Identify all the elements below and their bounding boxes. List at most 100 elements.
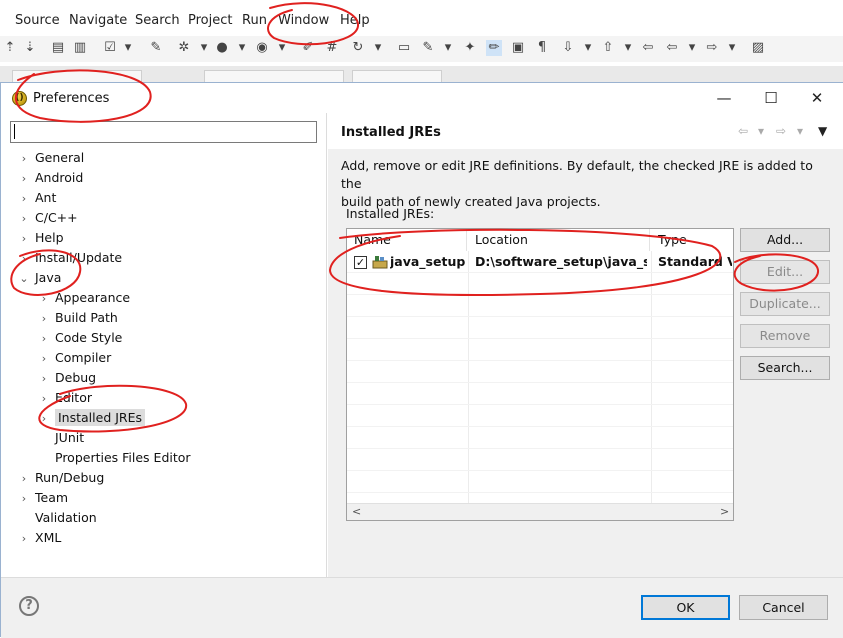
tree-item-team[interactable]: › Team bbox=[18, 488, 68, 508]
tree-item-validation[interactable]: Validation bbox=[18, 508, 97, 528]
tree-item-help[interactable]: › Help bbox=[18, 228, 64, 248]
prev-annotation-icon[interactable]: ⇧ bbox=[600, 40, 616, 56]
back-arrow-icon[interactable]: ⇦ bbox=[738, 124, 748, 138]
dropdown-icon[interactable]: ▾ bbox=[440, 40, 456, 56]
tree-item-build-path[interactable]: › Build Path bbox=[38, 308, 118, 328]
chevron-right-icon[interactable]: › bbox=[18, 229, 30, 249]
tree-item-general[interactable]: › General bbox=[18, 148, 84, 168]
chevron-right-icon[interactable]: › bbox=[18, 209, 30, 229]
tree-item-appearance[interactable]: › Appearance bbox=[38, 288, 130, 308]
dropdown-icon[interactable]: ▾ bbox=[580, 40, 596, 56]
chevron-down-icon[interactable]: ▾ bbox=[797, 124, 803, 138]
chevron-right-icon[interactable]: › bbox=[38, 389, 50, 409]
jre-default-checkbox[interactable]: ✓ bbox=[354, 256, 367, 269]
chevron-right-icon[interactable]: › bbox=[18, 529, 30, 549]
chevron-down-icon[interactable]: ⌄ bbox=[18, 269, 30, 289]
upload-icon[interactable]: ⇡ bbox=[2, 40, 18, 56]
tree-item-java[interactable]: ⌄ Java bbox=[18, 268, 61, 288]
chevron-right-icon[interactable]: › bbox=[38, 309, 50, 329]
column-header-name[interactable]: Name bbox=[347, 229, 467, 251]
download-icon[interactable]: ⇣ bbox=[22, 40, 38, 56]
bulb-icon[interactable]: ✦ bbox=[462, 40, 478, 56]
background-tab[interactable] bbox=[12, 70, 142, 82]
chevron-right-icon[interactable]: › bbox=[38, 289, 50, 309]
ok-button[interactable]: OK bbox=[641, 595, 730, 620]
debug-icon[interactable]: ✲ bbox=[176, 40, 192, 56]
forward-icon[interactable]: ⇨ bbox=[704, 40, 720, 56]
cancel-button[interactable]: Cancel bbox=[739, 595, 828, 620]
save-icon[interactable]: ▥ bbox=[72, 40, 88, 56]
tree-item-code-style[interactable]: › Code Style bbox=[38, 328, 123, 349]
chevron-right-icon[interactable]: › bbox=[38, 329, 50, 349]
filter-input[interactable] bbox=[10, 121, 317, 143]
tree-item-run-debug[interactable]: › Run/Debug bbox=[18, 468, 105, 488]
dropdown-icon[interactable]: ▾ bbox=[370, 40, 386, 56]
wrench-icon[interactable]: ✎ bbox=[420, 40, 436, 56]
view-menu-icon[interactable]: ▼ bbox=[818, 124, 827, 138]
background-tab[interactable] bbox=[352, 70, 442, 82]
tree-item-c-c[interactable]: › C/C++ bbox=[18, 208, 78, 228]
tree-item-editor[interactable]: › Editor bbox=[38, 388, 92, 408]
checkbox-tool-icon[interactable]: ☑ bbox=[102, 40, 118, 56]
highlight-icon[interactable]: ✏ bbox=[486, 40, 502, 56]
chevron-right-icon[interactable]: › bbox=[38, 409, 50, 429]
external-tools-icon[interactable]: ◉ bbox=[254, 40, 270, 56]
pen-icon[interactable]: ✐ bbox=[300, 40, 316, 56]
dropdown-icon[interactable]: ▾ bbox=[274, 40, 290, 56]
duplicate-button[interactable]: Duplicate... bbox=[740, 292, 830, 316]
chevron-right-icon[interactable]: › bbox=[18, 249, 30, 269]
edit-button[interactable]: Edit... bbox=[740, 260, 830, 284]
scroll-right-icon[interactable]: > bbox=[720, 505, 729, 518]
menu-window[interactable]: Window bbox=[278, 13, 329, 28]
dropdown-icon[interactable]: ▾ bbox=[620, 40, 636, 56]
search-button[interactable]: Search... bbox=[740, 356, 830, 380]
run-icon[interactable]: ● bbox=[214, 40, 230, 56]
horizontal-scrollbar[interactable]: < > bbox=[347, 503, 733, 520]
close-icon[interactable]: ✕ bbox=[802, 87, 832, 109]
tree-item-properties-files-editor[interactable]: Properties Files Editor bbox=[38, 448, 191, 468]
back-icon[interactable]: ⇦ bbox=[664, 40, 680, 56]
dropdown-icon[interactable]: ▾ bbox=[724, 40, 740, 56]
refresh-icon[interactable]: ↻ bbox=[350, 40, 366, 56]
help-icon[interactable]: ? bbox=[19, 596, 39, 616]
remove-button[interactable]: Remove bbox=[740, 324, 830, 348]
open-folder-icon[interactable]: ▭ bbox=[396, 40, 412, 56]
tree-item-junit[interactable]: JUnit bbox=[38, 428, 84, 448]
chevron-right-icon[interactable]: › bbox=[18, 149, 30, 169]
scroll-left-icon[interactable]: < bbox=[352, 505, 361, 518]
maximize-icon[interactable]: ☐ bbox=[756, 87, 786, 109]
table-row[interactable]: ✓ java_setup... D:\software_setup\java_s… bbox=[347, 251, 733, 273]
dropdown-icon[interactable]: ▾ bbox=[234, 40, 250, 56]
column-header-location[interactable]: Location bbox=[468, 229, 650, 251]
tree-item-installed-jres[interactable]: › Installed JREs bbox=[38, 408, 146, 429]
chevron-right-icon[interactable]: › bbox=[18, 489, 30, 509]
add-button[interactable]: Add... bbox=[740, 228, 830, 252]
menu-source[interactable]: Source bbox=[15, 13, 60, 28]
new-icon[interactable]: ✎ bbox=[148, 40, 164, 56]
tree-item-android[interactable]: › Android bbox=[18, 168, 84, 189]
menu-project[interactable]: Project bbox=[188, 13, 232, 28]
tree-item-compiler[interactable]: › Compiler bbox=[38, 348, 111, 368]
tree-item-ant[interactable]: › Ant bbox=[18, 188, 57, 209]
pilcrow-icon[interactable]: ¶ bbox=[534, 40, 550, 56]
block-icon[interactable]: ▣ bbox=[510, 40, 526, 56]
menu-search[interactable]: Search bbox=[135, 13, 180, 28]
menu-navigate[interactable]: Navigate bbox=[69, 13, 127, 28]
tree-item-install-update[interactable]: › Install/Update bbox=[18, 248, 122, 268]
dropdown-icon[interactable]: ▾ bbox=[196, 40, 212, 56]
next-annotation-icon[interactable]: ⇩ bbox=[560, 40, 576, 56]
tree-item-debug[interactable]: › Debug bbox=[38, 368, 96, 388]
chevron-right-icon[interactable]: › bbox=[18, 189, 30, 209]
chevron-right-icon[interactable]: › bbox=[38, 369, 50, 389]
dropdown-icon[interactable]: ▾ bbox=[120, 40, 136, 56]
dropdown-icon[interactable]: ▾ bbox=[684, 40, 700, 56]
grid-icon[interactable]: # bbox=[324, 40, 340, 56]
dialog-titlebar[interactable]: () Preferences — ☐ ✕ bbox=[1, 83, 843, 113]
menu-help[interactable]: Help bbox=[340, 13, 370, 28]
column-header-type[interactable]: Type bbox=[651, 229, 733, 251]
chevron-right-icon[interactable]: › bbox=[18, 169, 30, 189]
menu-run[interactable]: Run bbox=[242, 13, 267, 28]
last-edit-icon[interactable]: ⇦ bbox=[640, 40, 656, 56]
minimize-icon[interactable]: — bbox=[709, 87, 739, 109]
pin-icon[interactable]: ▨ bbox=[750, 40, 766, 56]
